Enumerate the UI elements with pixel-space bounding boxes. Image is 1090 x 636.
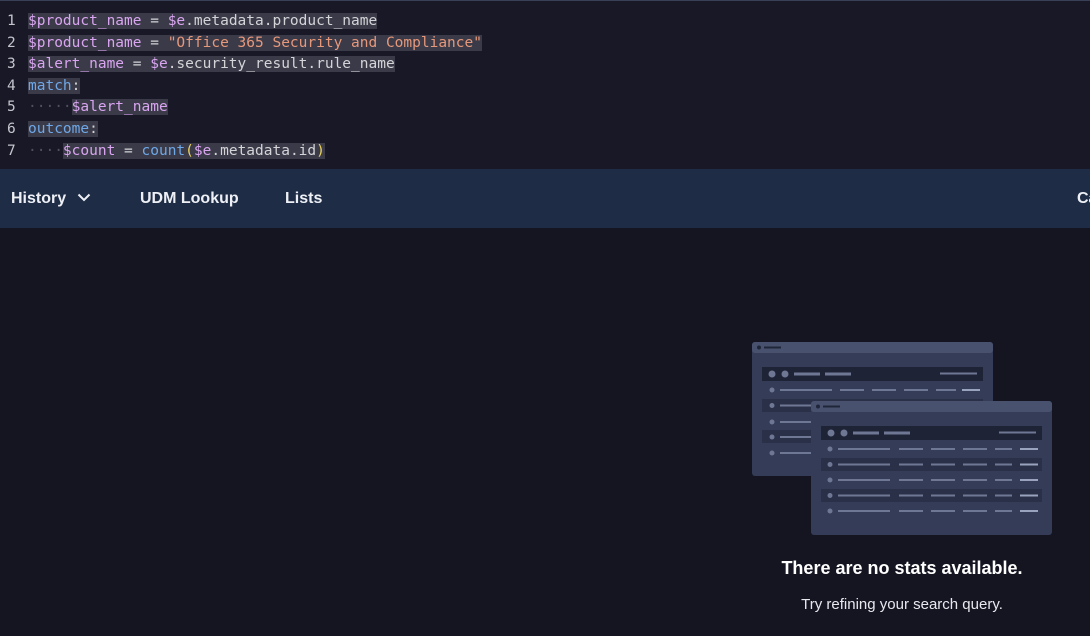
line-number: 2 [7,35,16,51]
chevron-down-icon [77,193,90,202]
line-number: 1 [7,13,16,29]
tab-history-label: History [11,190,67,207]
code-token: $alert_name [28,56,125,72]
code-token: .metadata.id [211,143,317,159]
code-token: $alert_name [71,99,168,115]
empty-state-subtitle: Try refining your search query. [801,596,1003,613]
code-text: $alert_name = $e.security_result.rule_na… [28,54,395,74]
code-token: : [71,78,81,94]
results-tab-bar: History UDM Lookup Lists Ca [0,169,1090,228]
tab-partial[interactable]: Ca [1077,169,1090,228]
code-token: ····· [28,99,72,115]
code-token: = [124,56,151,72]
code-token: $product_name [28,13,142,29]
code-text: match: [28,76,81,96]
tab-history[interactable]: History [11,169,91,228]
code-token: .metadata.product_name [185,13,378,29]
code-text: outcome: [28,119,98,139]
empty-state-title: There are no stats available. [781,558,1023,578]
line-number: 3 [7,56,16,72]
code-token: count [141,143,186,159]
code-token: outcome [28,121,90,137]
empty-stats-illustration [752,342,1052,547]
code-text: ····$count = count($e.metadata.id) [28,141,325,161]
tab-lists[interactable]: Lists [285,169,322,228]
line-number: 5 [7,99,16,115]
code-text: ·····$alert_name [28,97,168,117]
code-token: $e [193,143,212,159]
line-number: 6 [7,121,16,137]
code-token: = [141,35,168,51]
line-number: 4 [7,78,16,94]
code-token: $e [167,13,186,29]
code-token: ( [185,143,194,159]
code-token: match [28,78,72,94]
code-token: "Office 365 Security and Compliance" [167,35,482,51]
code-token: ···· [28,143,63,159]
code-editor[interactable]: 1 $product_name = $e.metadata.product_nam… [0,0,1090,169]
editor-top-border [0,0,1090,1]
code-token: = [141,13,168,29]
code-token: ) [316,143,325,159]
code-token: $product_name [28,35,142,51]
code-token: = [115,143,142,159]
code-text: $product_name = $e.metadata.product_name [28,11,378,31]
line-number: 7 [7,143,16,159]
code-text: $product_name = "Office 365 Security and… [28,33,482,53]
code-token: $e [150,56,168,72]
code-token: : [89,121,98,137]
code-token: $count [62,143,116,159]
code-token: .security_result.rule_name [167,56,395,72]
tab-udm-lookup[interactable]: UDM Lookup [140,169,239,228]
